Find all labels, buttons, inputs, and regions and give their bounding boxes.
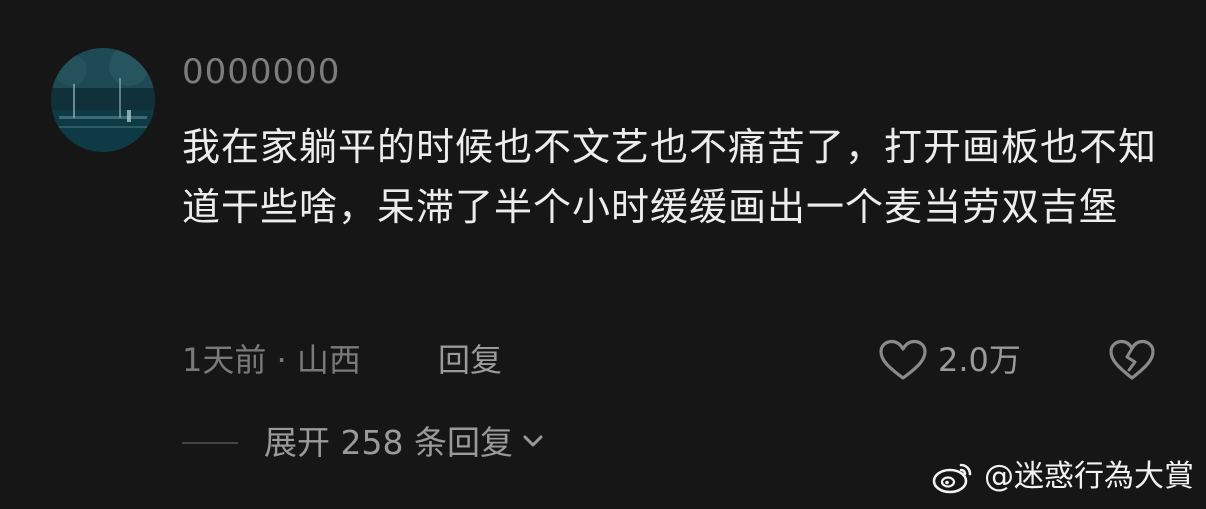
reply-button[interactable]: 回复: [438, 338, 502, 382]
broken-heart-icon[interactable]: [1108, 339, 1156, 381]
comment-actions: 1天前 · 山西 回复 2.0万: [182, 338, 1172, 382]
username[interactable]: 0000000: [182, 52, 340, 92]
chevron-down-icon: [523, 435, 543, 447]
expand-replies-row: 展开 258 条回复: [182, 420, 602, 466]
divider-line: [182, 442, 238, 444]
user-avatar[interactable]: [51, 48, 155, 152]
watermark-text: @迷惑行為大賞: [984, 459, 1194, 494]
like-count: 2.0万: [938, 341, 1021, 379]
expand-replies-button[interactable]: 展开 258 条回复: [264, 420, 544, 466]
timestamp-location: 1天前 · 山西: [182, 341, 361, 379]
heart-icon: [879, 339, 927, 380]
user-avatar-icon: [51, 48, 155, 152]
comment-text: 我在家躺平的时候也不文艺也不痛苦了，打开画板也不知道干些啥，呆滞了半个小时缓缓画…: [182, 125, 1158, 229]
weibo-logo-icon: [932, 463, 972, 494]
watermark: @迷惑行為大賞: [931, 457, 1194, 497]
expand-replies-label: 展开 258 条回复: [264, 423, 513, 462]
